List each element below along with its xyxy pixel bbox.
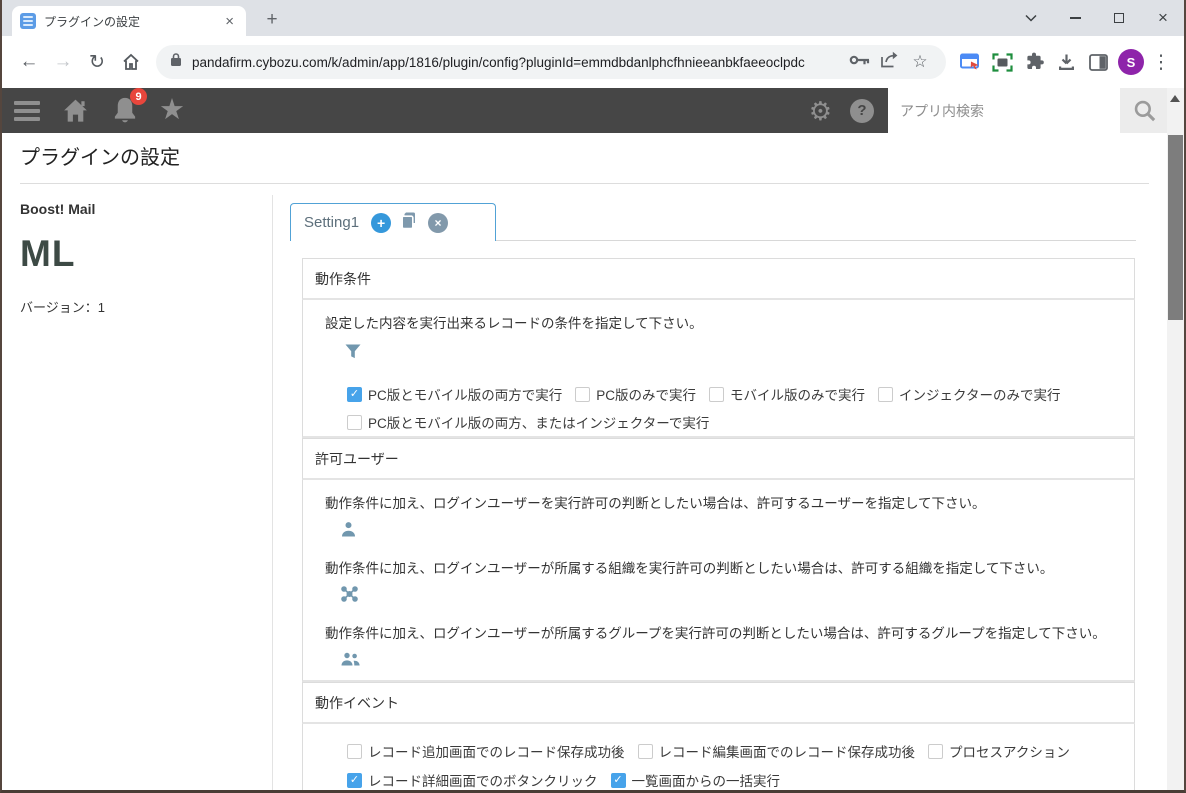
- checkbox-box[interactable]: [347, 415, 362, 430]
- favorites-star-icon[interactable]: ★: [159, 96, 185, 125]
- checkbox-run-both-or-injector[interactable]: PC版とモバイル版の両方、またはインジェクターで実行: [347, 412, 709, 432]
- lock-icon[interactable]: [170, 52, 182, 72]
- search-button[interactable]: [1120, 88, 1168, 133]
- browser-tab[interactable]: プラグインの設定 ×: [12, 6, 246, 36]
- share-icon[interactable]: [880, 51, 898, 73]
- allowed-user-item: 動作条件に加え、ログインユーザーを実行許可の判断としたい場合は、許可するユーザー…: [325, 496, 1122, 537]
- group-icon[interactable]: [341, 651, 1122, 667]
- checkbox-process-action[interactable]: プロセスアクション: [928, 741, 1070, 761]
- checkbox-box[interactable]: [347, 744, 362, 759]
- section-header-events: 動作イベント: [302, 682, 1135, 724]
- events-checkbox-row-1: レコード追加画面でのレコード保存成功後 レコード編集画面でのレコード保存成功後 …: [347, 741, 1122, 761]
- checkbox-run-pc-and-mobile[interactable]: PC版とモバイル版の両方で実行: [347, 384, 562, 404]
- side-panel-icon[interactable]: [1082, 45, 1114, 79]
- reload-button[interactable]: ↻: [80, 45, 114, 79]
- setting-tab[interactable]: Setting1 + ×: [290, 203, 496, 241]
- plugin-logo: ML: [20, 233, 255, 275]
- url-bar[interactable]: pandafirm.cybozu.com/k/admin/app/1816/pl…: [156, 45, 946, 79]
- minimize-button[interactable]: [1060, 0, 1090, 36]
- checkbox-box[interactable]: [709, 387, 724, 402]
- sidebar-divider: [272, 195, 273, 790]
- portal-home-icon[interactable]: [62, 98, 89, 124]
- checkbox-box[interactable]: [611, 773, 626, 788]
- maximize-button[interactable]: [1104, 0, 1134, 36]
- browser-window: プラグインの設定 × + × ← → ↻ pandafirm.cybozu.co…: [0, 0, 1186, 793]
- checkbox-run-injector-only[interactable]: インジェクターのみで実行: [878, 384, 1060, 404]
- settings-main: Setting1 + × 動作条件 設定した内容を実行出来るレコードの条件を指定…: [290, 203, 1150, 790]
- conditions-checkbox-row-1: PC版とモバイル版の両方で実行 PC版のみで実行 モバイル版のみで実行: [347, 384, 1122, 404]
- titlebar: プラグインの設定 × + ×: [2, 0, 1184, 36]
- events-checkbox-row-2: レコード詳細画面でのボタンクリック 一覧画面からの一括実行: [347, 770, 1122, 790]
- page-scrollbar[interactable]: [1167, 88, 1184, 790]
- settings-gear-icon[interactable]: ⚙: [809, 98, 832, 124]
- title-divider: [20, 183, 1149, 184]
- scrollbar-up-arrow-icon[interactable]: [1170, 95, 1180, 102]
- browser-tab-title: プラグインの設定: [44, 13, 221, 30]
- new-tab-button[interactable]: +: [258, 6, 286, 34]
- checkbox-box[interactable]: [878, 387, 893, 402]
- bookmark-star-icon[interactable]: ☆: [908, 50, 932, 74]
- checkbox-box[interactable]: [347, 773, 362, 788]
- plugin-version: バージョン：1: [20, 297, 255, 316]
- section-header-conditions: 動作条件: [302, 258, 1135, 300]
- url-text[interactable]: pandafirm.cybozu.com/k/admin/app/1816/pl…: [192, 55, 839, 70]
- checkbox-after-save-edit[interactable]: レコード編集画面でのレコード保存成功後: [638, 741, 916, 761]
- help-icon[interactable]: ?: [850, 99, 874, 123]
- section-body-events: レコード追加画面でのレコード保存成功後 レコード編集画面でのレコード保存成功後 …: [302, 724, 1135, 790]
- settings-sections: 動作条件 設定した内容を実行出来るレコードの条件を指定して下さい。 PC版とモバ…: [302, 258, 1135, 790]
- profile-avatar[interactable]: S: [1118, 49, 1144, 75]
- plugin-sidebar: Boost! Mail ML バージョン：1: [20, 201, 255, 316]
- downloads-icon[interactable]: [1050, 45, 1082, 79]
- checkbox-box[interactable]: [638, 744, 653, 759]
- setting-tab-label: Setting1: [304, 214, 359, 231]
- notifications-bell-icon[interactable]: 9: [113, 97, 137, 124]
- checkbox-detail-button-click[interactable]: レコード詳細画面でのボタンクリック: [347, 770, 598, 790]
- screen-capture-icon[interactable]: [986, 45, 1018, 79]
- filter-icon[interactable]: [345, 344, 1122, 360]
- browser-toolbar: ← → ↻ pandafirm.cybozu.com/k/admin/app/1…: [2, 36, 1184, 88]
- checkbox-run-mobile-only[interactable]: モバイル版のみで実行: [709, 384, 865, 404]
- checkbox-run-pc-only[interactable]: PC版のみで実行: [575, 384, 696, 404]
- hamburger-menu-icon[interactable]: [14, 101, 40, 121]
- checkbox-box[interactable]: [928, 744, 943, 759]
- plugin-favicon-icon: [20, 13, 36, 29]
- conditions-description: 設定した内容を実行出来るレコードの条件を指定して下さい。: [325, 316, 1122, 332]
- section-body-allowed-users: 動作条件に加え、ログインユーザーを実行許可の判断としたい場合は、許可するユーザー…: [302, 480, 1135, 682]
- window-controls: ×: [1016, 0, 1178, 36]
- checkbox-box[interactable]: [347, 387, 362, 402]
- app-header: 9 ★ ⚙ ?: [2, 88, 1168, 133]
- magnifier-icon: [1133, 99, 1156, 122]
- tab-search-chevron-icon[interactable]: [1016, 0, 1046, 36]
- app-search-input[interactable]: [888, 88, 1120, 133]
- extensions-puzzle-icon[interactable]: [1018, 45, 1050, 79]
- checkbox-after-save-add[interactable]: レコード追加画面でのレコード保存成功後: [347, 741, 625, 761]
- close-window-button[interactable]: ×: [1148, 0, 1178, 36]
- extension-window-icon[interactable]: [954, 45, 986, 79]
- checkbox-box[interactable]: [575, 387, 590, 402]
- organization-icon[interactable]: [341, 586, 1122, 602]
- password-key-icon[interactable]: [849, 53, 870, 71]
- add-setting-icon[interactable]: +: [371, 213, 391, 233]
- forward-button: →: [46, 45, 80, 79]
- section-header-allowed-users: 許可ユーザー: [302, 438, 1135, 480]
- copy-setting-icon[interactable]: [400, 211, 419, 235]
- allowed-org-item: 動作条件に加え、ログインユーザーが所属する組織を実行許可の判断としたい場合は、許…: [325, 561, 1122, 602]
- tab-close-icon[interactable]: ×: [221, 13, 238, 30]
- page-title: プラグインの設定: [20, 141, 180, 170]
- back-button[interactable]: ←: [12, 45, 46, 79]
- browser-home-button[interactable]: [114, 45, 148, 79]
- menu-kebab-icon[interactable]: ⋮: [1148, 45, 1174, 79]
- notification-badge: 9: [130, 88, 147, 105]
- delete-setting-icon[interactable]: ×: [428, 213, 448, 233]
- plugin-config-page: プラグインの設定 Boost! Mail ML バージョン：1 Setting1…: [2, 133, 1167, 790]
- scrollbar-thumb[interactable]: [1168, 135, 1183, 320]
- allowed-group-item: 動作条件に加え、ログインユーザーが所属するグループを実行許可の判断としたい場合は…: [325, 626, 1122, 667]
- plugin-name: Boost! Mail: [20, 201, 255, 217]
- section-body-conditions: 設定した内容を実行出来るレコードの条件を指定して下さい。 PC版とモバイル版の両…: [302, 300, 1135, 438]
- user-icon[interactable]: [341, 521, 1122, 537]
- checkbox-bulk-run-list[interactable]: 一覧画面からの一括実行: [611, 770, 781, 790]
- conditions-checkbox-row-2: PC版とモバイル版の両方、またはインジェクターで実行: [347, 412, 1122, 432]
